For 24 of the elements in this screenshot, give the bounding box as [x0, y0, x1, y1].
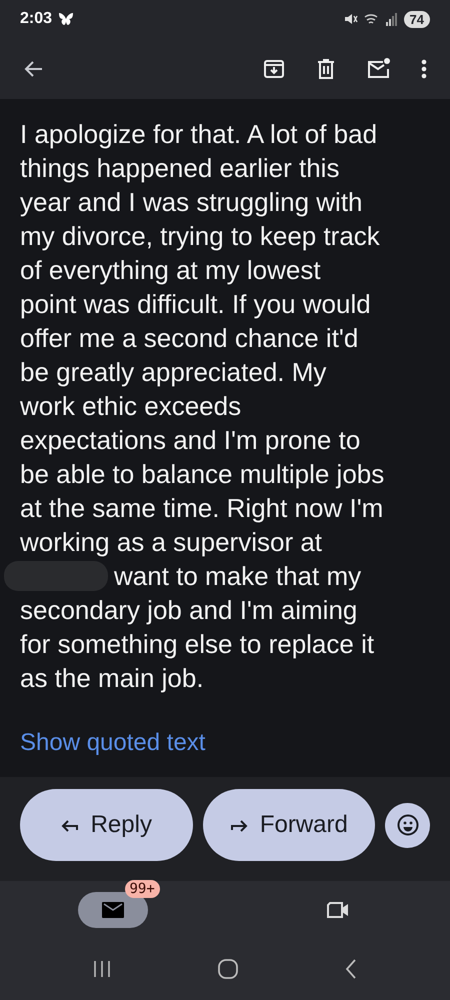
forward-button[interactable]: Forward [202, 789, 376, 862]
message-body: want to make that my [114, 560, 362, 594]
signal-icon [386, 12, 398, 26]
envelope-dot-icon [366, 56, 392, 81]
emoji-button[interactable] [385, 802, 430, 848]
wifi-icon [364, 12, 380, 26]
home-icon [216, 958, 239, 980]
butterfly-icon [58, 12, 74, 26]
mail-icon [100, 900, 124, 920]
mute-icon [344, 12, 358, 26]
recent-apps-icon [92, 959, 112, 980]
message-body: secondary job and I'm aiming for something else to replace it as the main job. [20, 594, 376, 696]
video-camera-icon [324, 900, 350, 920]
show-quoted-link[interactable]: Show quoted text [20, 729, 206, 756]
forward-icon [230, 818, 248, 832]
back-icon [344, 958, 358, 980]
more-icon [420, 56, 428, 81]
status-time: 2:03 [20, 10, 52, 28]
unread-badge: 99+ [124, 880, 160, 898]
reply-button[interactable]: Reply [20, 789, 193, 862]
battery-indicator: 74 [404, 10, 430, 28]
smiley-icon [396, 813, 420, 838]
mail-tab[interactable] [78, 892, 148, 928]
reply-icon [60, 818, 79, 832]
